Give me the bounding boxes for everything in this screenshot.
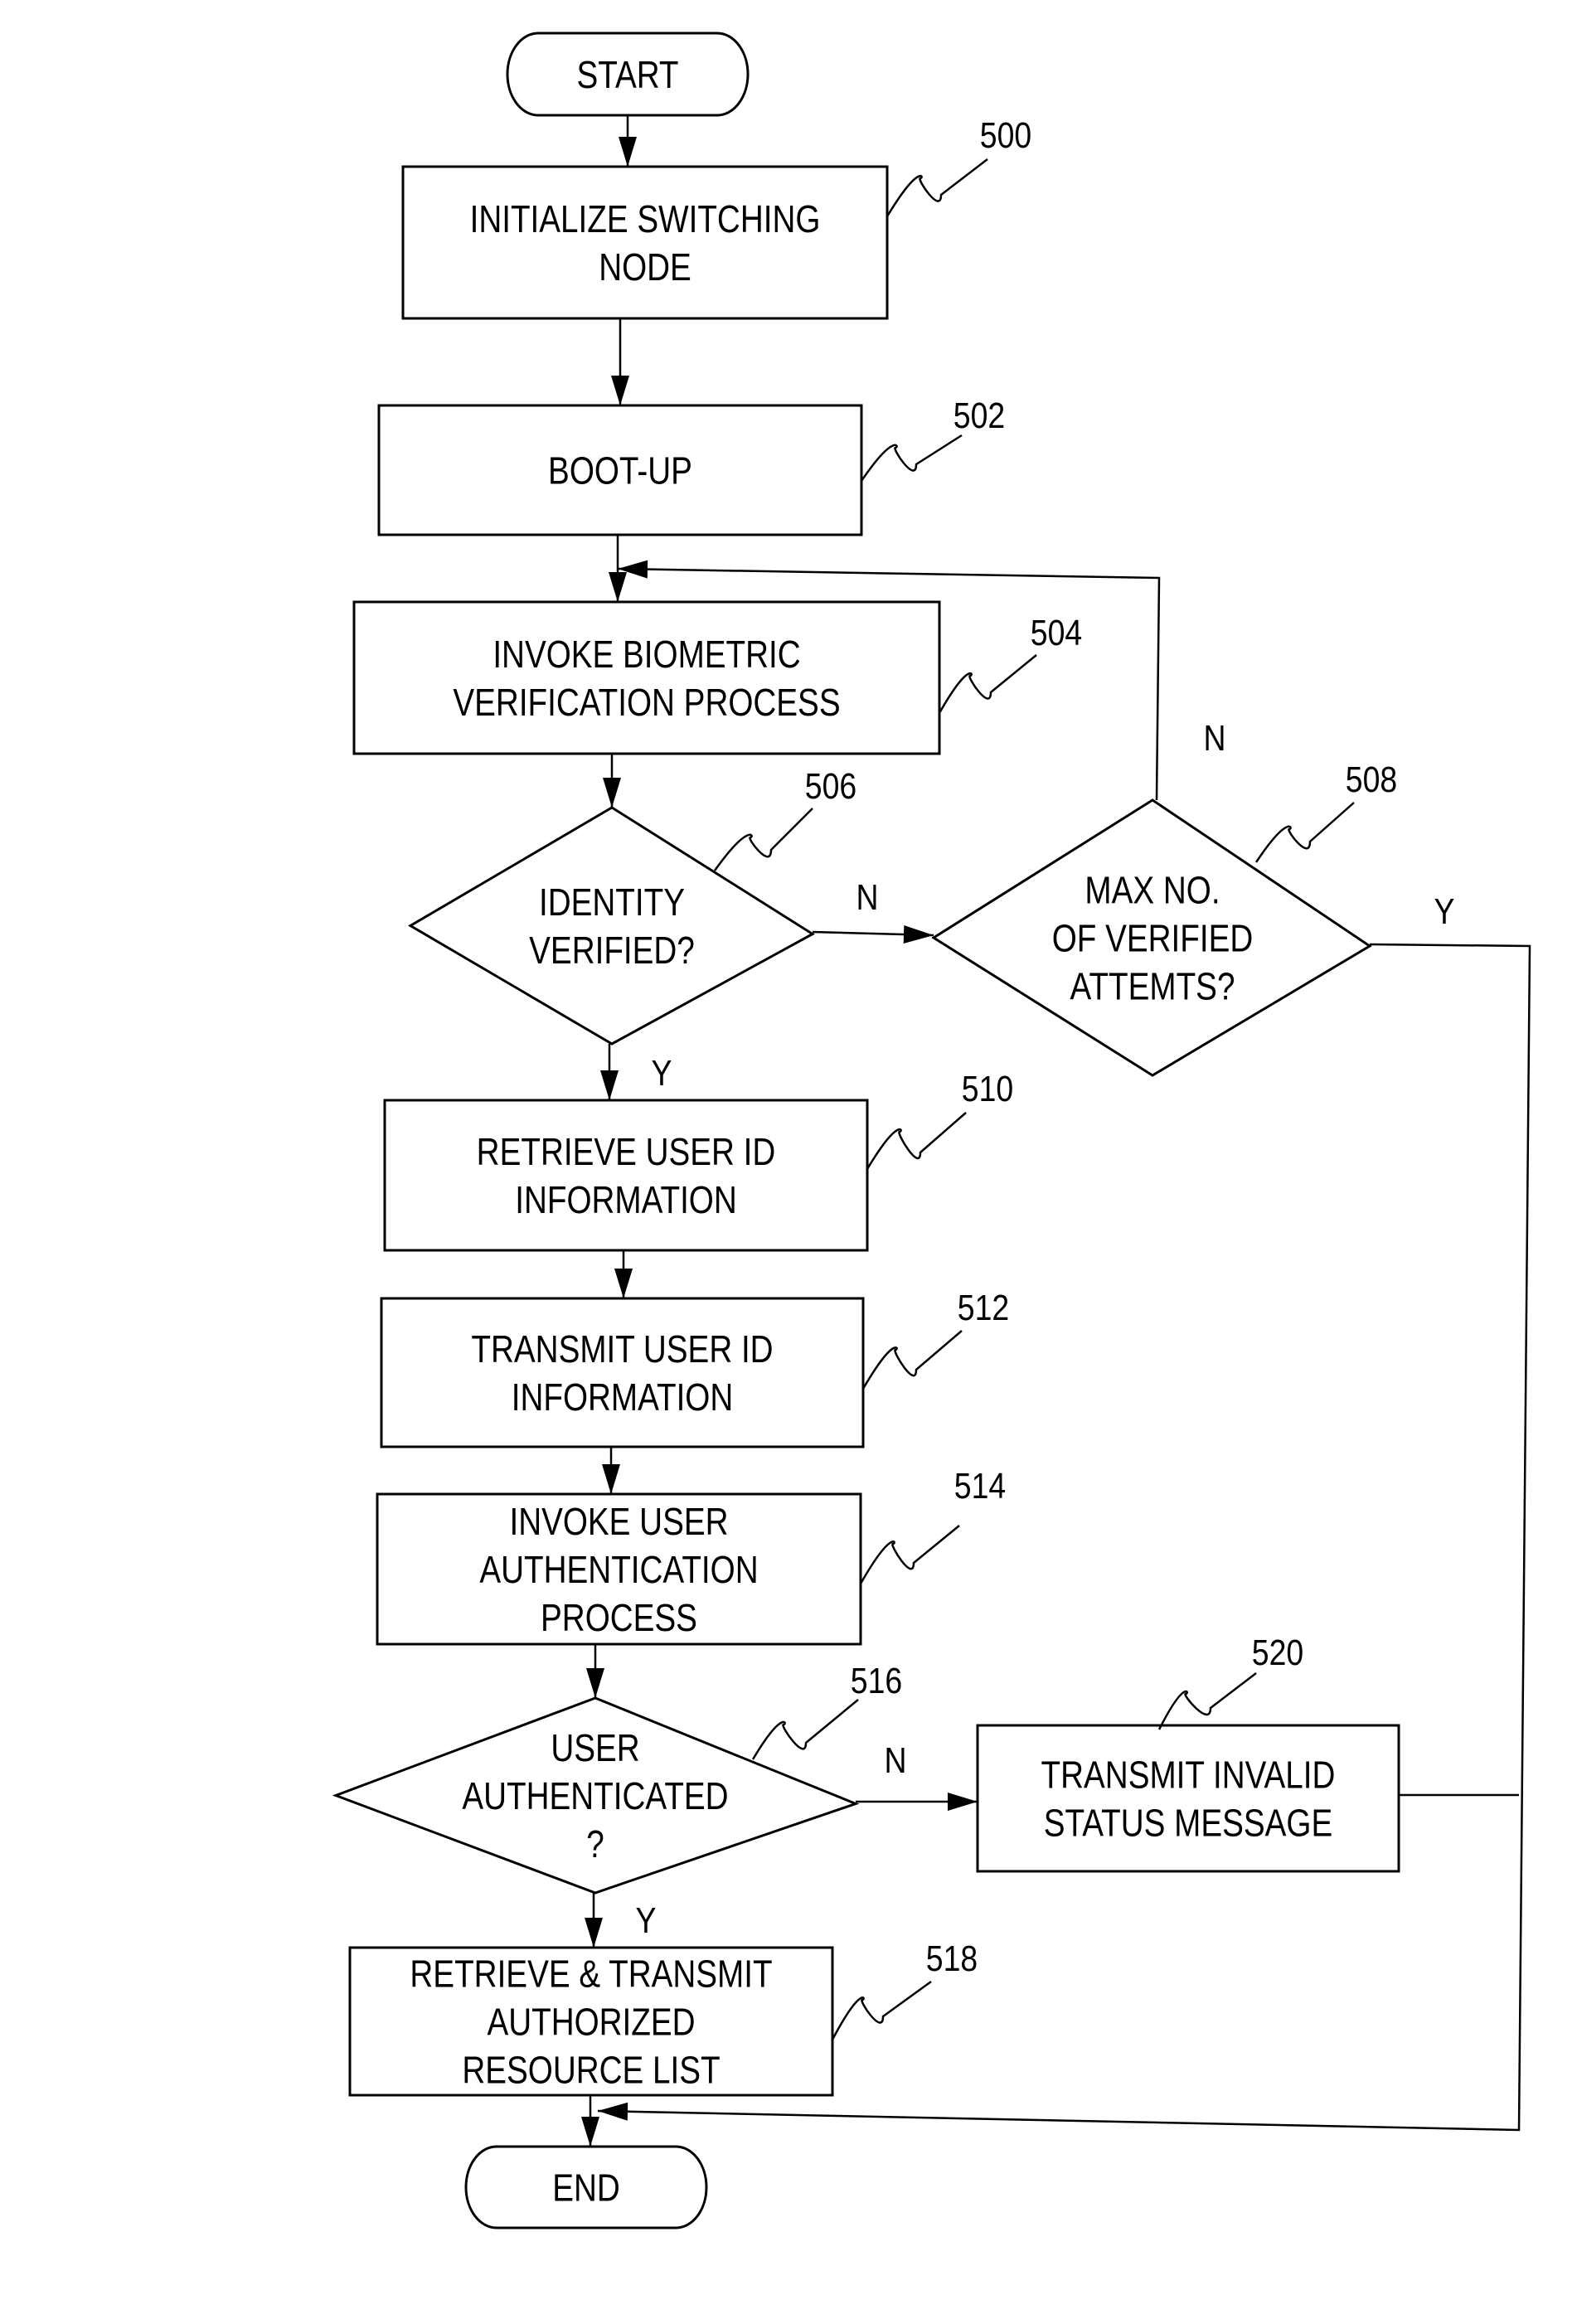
arrowhead-icon [603,778,621,808]
step-520: TRANSMIT INVALID STATUS MESSAGE [976,1724,1400,1873]
arrowhead-icon [600,1070,619,1100]
reference-leader-line [866,1112,967,1170]
terminal-end: END [464,2145,708,2229]
reference-leader-line [861,1330,963,1390]
node-text-line: END [552,2166,620,2209]
branch-label: N [856,876,878,918]
reference-numeral: 508 [1346,759,1397,800]
arrowhead-icon [586,1668,604,1698]
reference-leader-line [831,1980,932,2040]
reference-leader-line [713,808,813,871]
node-text-line: RETRIEVE USER ID [477,1131,776,1173]
nodes-layer: START INITIALIZE SWITCHING NODE BOOT-UP INVO… [332,32,1400,2229]
node-text-line: MAX NO. [1084,869,1220,911]
process-box [380,1297,865,1448]
reference-numeral: 510 [962,1068,1013,1109]
node-text-line: START [576,54,678,96]
branch-label: Y [1434,890,1455,932]
arrowhead-icon [585,1918,603,1948]
step-510: RETRIEVE USER ID INFORMATION [383,1099,869,1252]
edge-514-to-516 [586,1644,604,1698]
node-text-line: INITIALIZE SWITCHING [470,198,821,240]
reference-numeral: 520 [1252,1632,1303,1673]
branch-label: Y [652,1052,672,1094]
edge-506-to-508: N [812,876,934,944]
reference-numeral: 514 [954,1465,1006,1506]
edge-start-to-500 [619,115,637,167]
node-text-line: ? [586,1823,604,1866]
node-text-line: TRANSMIT INVALID [1041,1754,1336,1796]
branch-label: N [1203,717,1225,759]
edge-510-to-512 [614,1250,633,1298]
arrowhead-icon [602,1464,620,1494]
node-text-line: IDENTITY [539,881,685,924]
reference-numeral: 516 [851,1660,902,1701]
arrowhead-icon [581,2117,599,2147]
process-box [383,1099,869,1252]
edge-506-to-510: Y [600,1044,672,1100]
arrowhead-icon [598,2102,628,2121]
node-text-line: AUTHENTICATED [462,1775,728,1817]
decision-516: USER AUTHENTICATED? [332,1696,860,1895]
edge-516-to-520: N [856,1739,978,1811]
step-500: INITIALIZE SWITCHING NODE [401,165,889,320]
reference-leader-line [859,1525,960,1584]
node-text-line: RETRIEVE & TRANSMIT [410,1953,772,1995]
node-text-line: VERIFICATION PROCESS [453,682,840,724]
step-518: RETRIEVE & TRANSMIT AUTHORIZED RESOURCE LI… [348,1946,834,2097]
edge-516-to-518: Y [585,1893,656,1948]
node-text-line: INVOKE USER [509,1501,728,1543]
reference-numeral: 504 [1031,612,1082,653]
node-text-line: BOOT-UP [548,449,692,492]
arrowhead-icon [611,376,629,405]
reference-numeral: 506 [805,765,856,807]
reference-leader-line [886,158,988,217]
node-text-line: USER [551,1727,639,1769]
node-text-line: INVOKE BIOMETRIC [493,633,800,676]
branch-label: N [884,1739,906,1781]
node-text-line: TRANSMIT USER ID [471,1328,773,1371]
node-text-line: AUTHORIZED [487,2001,695,2043]
decision-508: MAX NO. OF VERIFIED ATTEMTS? [931,798,1372,1077]
arrowhead-icon [609,572,627,602]
arrowhead-icon [614,1269,633,1298]
node-text-line: VERIFIED? [529,929,695,972]
reference-numeral: 502 [953,395,1005,436]
process-box [352,600,941,755]
reference-leader-line [860,434,963,482]
node-text-line: OF VERIFIED [1052,917,1254,959]
node-text-line: PROCESS [541,1597,697,1639]
reference-leader-line [938,654,1037,714]
edge-500-to-502 [611,318,629,405]
step-512: TRANSMIT USER ID INFORMATION [380,1297,865,1448]
edge-518-to-end [581,2095,599,2147]
branch-label: Y [636,1899,657,1941]
node-text-line: INFORMATION [515,1179,737,1221]
step-504: INVOKE BIOMETRIC VERIFICATION PROCESS [352,600,941,755]
node-text-line: AUTHENTICATION [479,1549,758,1591]
process-box [401,165,889,320]
node-text-line: INFORMATION [512,1376,734,1419]
edge-504-to-506 [603,754,621,808]
step-514: INVOKE USER AUTHENTICATION PROCESS [376,1492,862,1646]
node-text-line: STATUS MESSAGE [1044,1802,1332,1844]
reference-numeral: 512 [958,1287,1009,1328]
edge-512-to-514 [602,1447,620,1494]
terminal-start: START [506,32,750,117]
arrowhead-icon [948,1793,978,1811]
reference-leader-line [1254,802,1355,863]
arrowhead-icon [903,925,934,944]
flowchart: N N Y Y N Y START INITIALIZE SWITCHING NODE BOOT… [332,32,1531,2229]
reference-numeral: 518 [926,1938,978,1979]
node-text-line: NODE [599,246,691,289]
node-text-line: ATTEMTS? [1070,965,1235,1007]
reference-leader-line [751,1699,859,1760]
process-box [976,1724,1400,1873]
arrowhead-icon [619,137,637,167]
node-text-line: RESOURCE LIST [462,2049,720,2091]
step-502: BOOT-UP [377,404,863,536]
reference-numeral: 500 [980,114,1031,156]
reference-leader-line [1157,1672,1257,1730]
